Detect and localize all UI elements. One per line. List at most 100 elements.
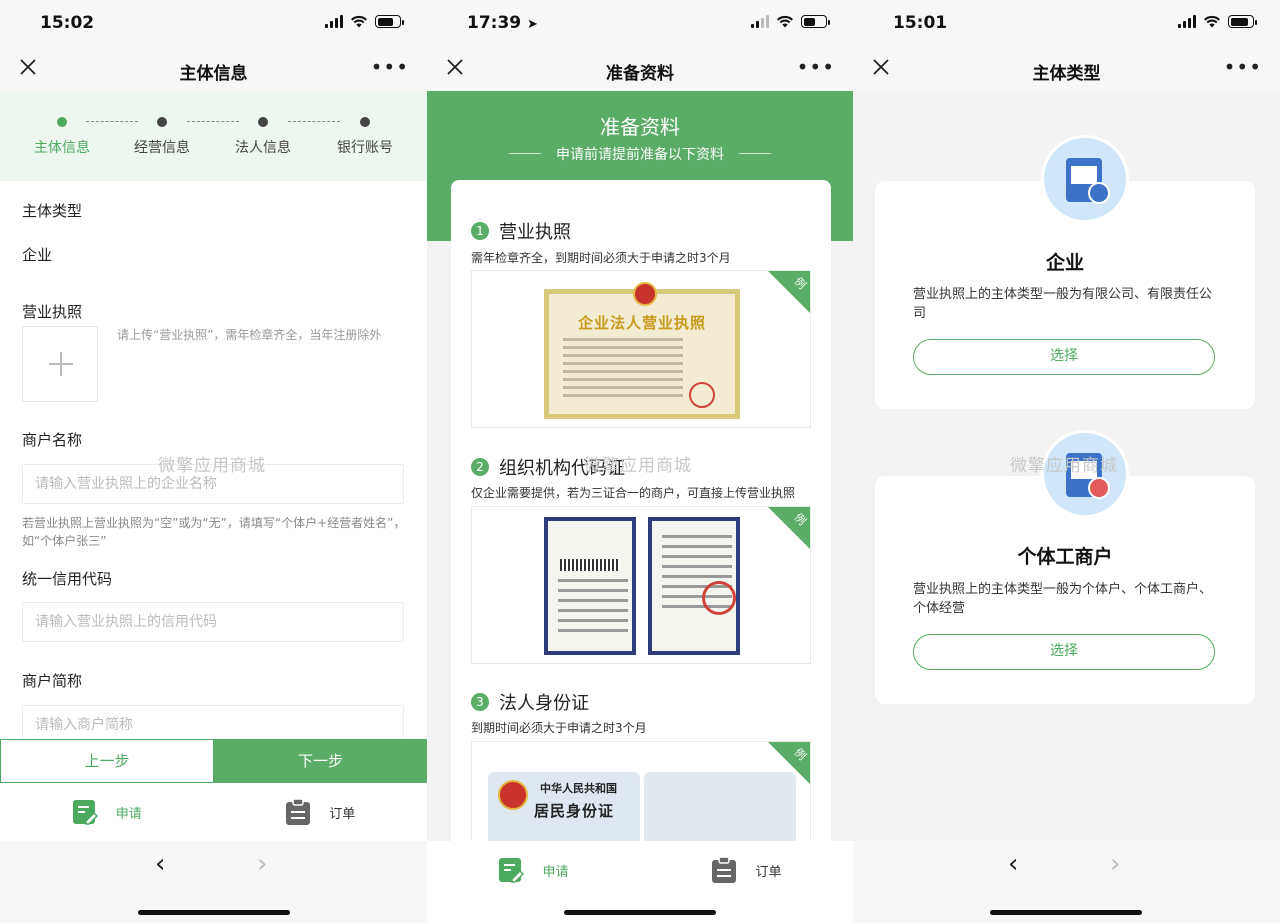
status-icons (325, 15, 404, 28)
prev-step-button[interactable]: 上一步 (0, 739, 214, 783)
type-desc: 营业执照上的主体类型一般为有限公司、有限责任公司 (913, 287, 1213, 321)
type-name: 个体工商户 (1017, 546, 1113, 568)
battery-icon (1228, 15, 1257, 28)
wifi-icon (351, 15, 367, 28)
more-icon[interactable]: ••• (797, 57, 835, 77)
forward-icon: › (1110, 849, 1121, 879)
battery-icon (801, 15, 830, 28)
status-icons (1178, 15, 1257, 28)
page-title: 主体类型 (1032, 64, 1101, 84)
nav-bar: 准备资料 ••• (427, 46, 853, 91)
browser-nav: ‹ › (853, 841, 1280, 923)
plus-icon (49, 352, 73, 376)
status-time: 17:39 ➤ (467, 13, 538, 33)
clipboard-icon (712, 856, 737, 883)
step-buttons: 上一步 下一步 (0, 739, 427, 783)
nav-bar: 主体类型 ••• (853, 46, 1280, 91)
credit-code-input[interactable] (22, 602, 404, 642)
org-code-back (648, 517, 740, 655)
step-4: 银行账号 (325, 117, 405, 157)
national-emblem-icon (633, 282, 657, 306)
battery-icon (375, 15, 404, 28)
tab-bar: 申请 订单 (0, 783, 427, 841)
signal-icon (751, 15, 769, 28)
subject-type-value[interactable]: 企业 (22, 244, 52, 265)
section-license-heading: 1 营业执照 (471, 218, 571, 244)
seal-icon (689, 382, 715, 408)
location-icon: ➤ (527, 17, 538, 32)
watermark: 微擎应用商城 (158, 456, 266, 476)
short-name-label: 商户简称 (22, 672, 83, 690)
home-indicator (990, 910, 1142, 915)
enterprise-icon (1041, 135, 1129, 223)
watermark: 微擎应用商城 (584, 456, 692, 476)
banner-subtitle: 申请前请提前准备以下资料 (556, 147, 724, 163)
signal-icon (1178, 15, 1196, 28)
tab-order[interactable]: 订单 (640, 841, 853, 899)
step-1: 主体信息 (22, 117, 102, 157)
step-2: 经营信息 (122, 117, 202, 157)
nav-bar: 主体信息 ••• (0, 46, 427, 91)
license-sample-image: 企业法人营业执照 例 (471, 270, 811, 428)
tab-apply[interactable]: 申请 (427, 841, 640, 899)
documents-card: 1 营业执照 需年检章齐全，到期时间必须大于申请之时3个月 企业法人营业执照 例 … (451, 180, 831, 899)
signal-icon (325, 15, 343, 28)
apply-icon (72, 800, 98, 825)
page-title: 准备资料 (606, 64, 674, 84)
watermark: 微擎应用商城 (1010, 456, 1118, 476)
more-icon[interactable]: ••• (1224, 57, 1262, 77)
next-step-button[interactable]: 下一步 (214, 739, 427, 783)
seal-icon (702, 581, 736, 615)
page-title: 主体信息 (179, 64, 248, 84)
step-3: 法人信息 (223, 117, 303, 157)
tab-apply-label: 申请 (115, 806, 142, 822)
select-individual-button[interactable]: 选择 (913, 634, 1215, 670)
back-icon[interactable]: ‹ (1008, 849, 1018, 879)
tab-order[interactable]: 订单 (214, 783, 428, 841)
home-area (427, 899, 853, 923)
tab-apply[interactable]: 申请 (0, 783, 214, 841)
browser-nav: ‹ › (0, 841, 427, 923)
merchant-name-note: 若营业执照上营业执照为“空”或为“无”，请填写“个体户+经营者姓名”，如“个体户… (22, 516, 406, 548)
status-bar: 15:01 (853, 0, 1280, 46)
back-icon[interactable]: ‹ (155, 849, 165, 879)
section-id-desc: 到期时间必须大于申请之时3个月 (471, 721, 647, 735)
section-org-code-desc: 仅企业需要提供，若为三证合一的商户，可直接上传营业执照 (471, 486, 796, 500)
section-id-heading: 3 法人身份证 (471, 689, 589, 715)
license-certificate-title: 企业法人营业执照 (577, 314, 706, 332)
wifi-icon (777, 15, 793, 28)
phone-prepare-docs: 17:39 ➤ 准备资料 ••• 准备资料 申请前请提前准备以下资料 1 营业执照… (427, 0, 853, 923)
subject-type-label: 主体类型 (22, 202, 83, 220)
status-bar: 17:39 ➤ (427, 0, 853, 46)
tab-order-label: 订单 (755, 864, 782, 880)
clipboard-icon (286, 798, 311, 825)
banner-title: 准备资料 (600, 115, 680, 139)
section-license-desc: 需年检章齐全，到期时间必须大于申请之时3个月 (471, 251, 731, 265)
example-badge: 例 (768, 507, 810, 549)
credit-code-label: 统一信用代码 (22, 570, 113, 588)
type-name: 企业 (1045, 252, 1084, 274)
org-code-sample-image: 例 (471, 506, 811, 664)
step-indicator: 主体信息 经营信息 法人信息 银行账号 (0, 91, 427, 181)
phone-subject-info: 15:02 主体信息 ••• 主体信息 经营信息 法人信息 银行账号 主体类型 … (0, 0, 427, 923)
wifi-icon (1204, 15, 1220, 28)
more-icon[interactable]: ••• (371, 57, 409, 77)
home-indicator (564, 910, 716, 915)
license-hint: 请上传“营业执照”，需年检章齐全，当年注册除外 (117, 328, 382, 342)
tab-order-label: 订单 (329, 806, 356, 822)
screens: 15:02 主体信息 ••• 主体信息 经营信息 法人信息 银行账号 主体类型 … (0, 0, 1280, 923)
license-upload-button[interactable] (22, 326, 98, 402)
home-indicator (138, 910, 290, 915)
tab-apply-label: 申请 (542, 864, 569, 880)
national-emblem-icon (498, 780, 528, 810)
org-code-front (544, 517, 636, 655)
status-icons (751, 15, 830, 28)
status-bar: 15:02 (0, 0, 427, 46)
forward-icon: › (257, 849, 268, 879)
apply-icon (499, 858, 525, 883)
status-time: 15:01 (893, 13, 948, 33)
barcode-icon (560, 559, 620, 571)
select-enterprise-button[interactable]: 选择 (913, 339, 1215, 375)
example-badge: 例 (768, 271, 810, 313)
status-time: 15:02 (40, 13, 95, 33)
